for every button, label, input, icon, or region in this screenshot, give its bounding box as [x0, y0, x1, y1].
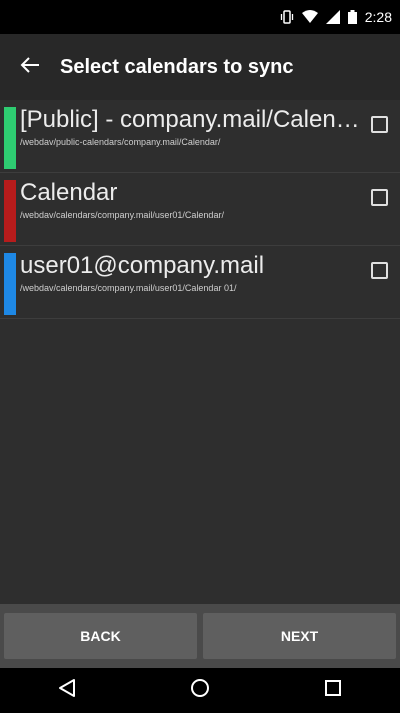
- calendar-name: user01@company.mail: [20, 252, 265, 279]
- back-arrow-button[interactable]: [0, 34, 60, 100]
- back-button[interactable]: BACK: [4, 613, 197, 659]
- calendar-item[interactable]: Calendar /webdav/calendars/company.mail/…: [0, 176, 400, 246]
- page-title: Select calendars to sync: [60, 55, 294, 78]
- calendar-path: /webdav/public-calendars/company.mail/Ca…: [20, 137, 221, 147]
- calendar-checkbox[interactable]: [371, 116, 388, 133]
- battery-icon: [347, 10, 357, 24]
- nav-back-button[interactable]: [37, 668, 97, 713]
- calendar-color-bar: [4, 180, 16, 242]
- calendar-name: [Public] - company.mail/Calen…: [20, 106, 360, 133]
- back-triangle-icon: [58, 678, 76, 703]
- arrow-left-icon: [20, 56, 40, 79]
- home-circle-icon: [190, 678, 210, 703]
- bottom-button-bar: BACK NEXT: [0, 604, 400, 668]
- status-bar: 2:28: [0, 0, 400, 34]
- calendar-checkbox[interactable]: [371, 189, 388, 206]
- wifi-icon: [301, 10, 318, 24]
- calendar-item[interactable]: user01@company.mail /webdav/calendars/co…: [0, 249, 400, 319]
- system-nav-bar: [0, 668, 400, 713]
- calendar-path: /webdav/calendars/company.mail/user01/Ca…: [20, 283, 237, 293]
- signal-icon: [325, 10, 340, 24]
- vibrate-icon: [280, 10, 294, 24]
- calendar-name: Calendar: [20, 179, 118, 206]
- calendar-item[interactable]: [Public] - company.mail/Calen… /webdav/p…: [0, 103, 400, 173]
- calendar-list: [Public] - company.mail/Calen… /webdav/p…: [0, 100, 400, 604]
- calendar-path: /webdav/calendars/company.mail/user01/Ca…: [20, 210, 224, 220]
- calendar-checkbox[interactable]: [371, 262, 388, 279]
- calendar-color-bar: [4, 253, 16, 315]
- nav-home-button[interactable]: [170, 668, 230, 713]
- app-bar: Select calendars to sync: [0, 34, 400, 100]
- recents-square-icon: [324, 679, 342, 702]
- calendar-color-bar: [4, 107, 16, 169]
- clock-time: 2:28: [364, 9, 392, 25]
- next-button[interactable]: NEXT: [203, 613, 396, 659]
- nav-recents-button[interactable]: [303, 668, 363, 713]
